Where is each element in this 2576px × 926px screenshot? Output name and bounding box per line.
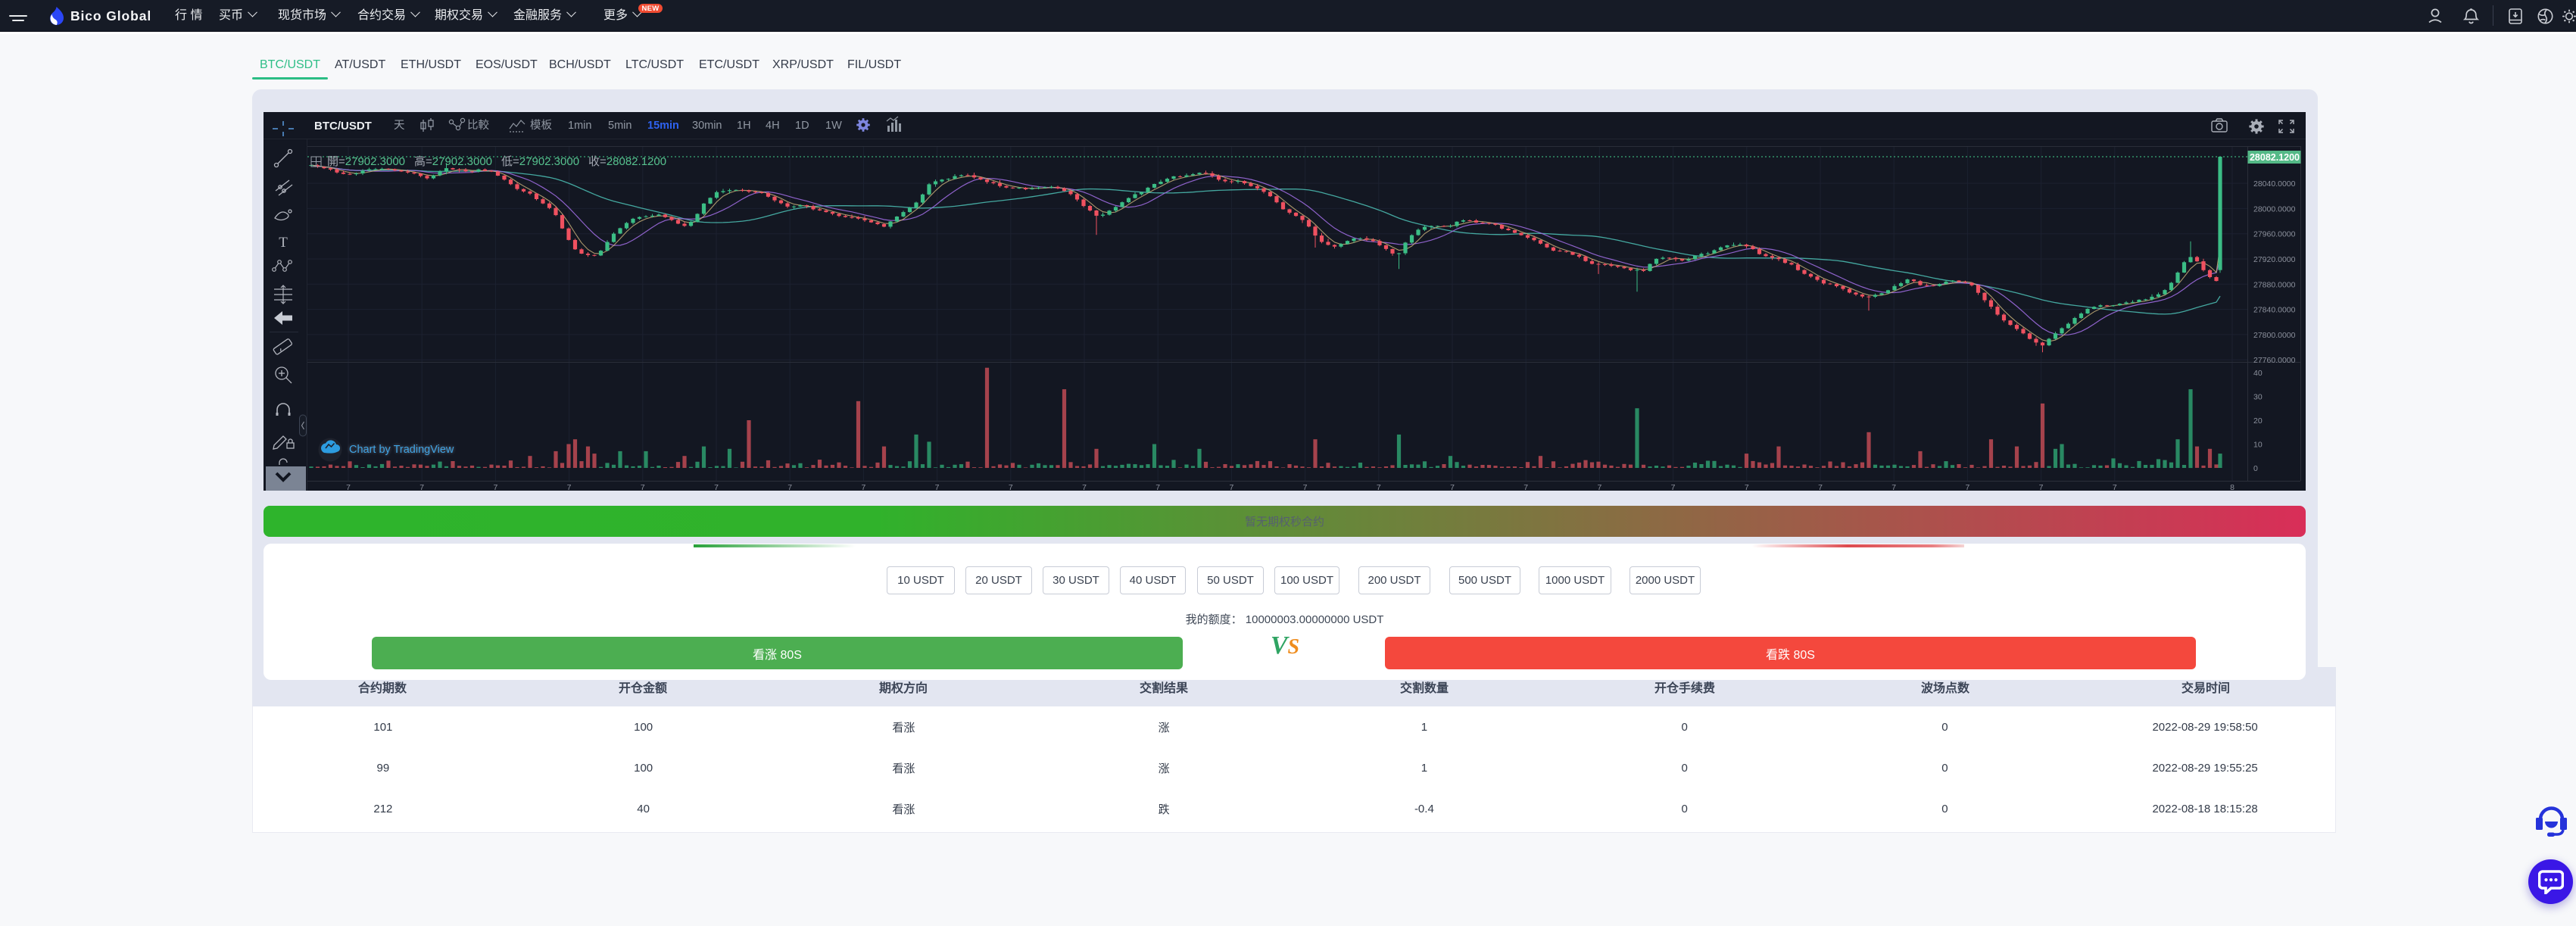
- svg-text:BTC/USDT: BTC/USDT: [314, 120, 372, 133]
- svg-text:T: T: [279, 235, 288, 251]
- svg-text:1min: 1min: [568, 120, 591, 132]
- svg-text:7: 7: [493, 483, 497, 491]
- svg-text:10: 10: [2253, 441, 2263, 450]
- svg-text:7: 7: [419, 483, 424, 491]
- svg-text:7: 7: [861, 483, 865, 491]
- svg-text:27880.0000: 27880.0000: [2253, 280, 2296, 289]
- svg-text:27800.0000: 27800.0000: [2253, 331, 2296, 340]
- svg-text:27920.0000: 27920.0000: [2253, 255, 2296, 264]
- svg-text:28000.0000: 28000.0000: [2253, 204, 2296, 214]
- svg-text:7: 7: [567, 483, 572, 491]
- svg-text:Chart by TradingView: Chart by TradingView: [349, 444, 454, 456]
- svg-text:28082.1200: 28082.1200: [2250, 152, 2300, 163]
- svg-text:7: 7: [1009, 483, 1013, 491]
- svg-text:7: 7: [1891, 483, 1896, 491]
- svg-text:模板: 模板: [530, 118, 552, 132]
- svg-text:7: 7: [1155, 483, 1160, 491]
- svg-text:1D: 1D: [795, 120, 809, 132]
- svg-text:27840.0000: 27840.0000: [2253, 306, 2296, 315]
- svg-text:5min: 5min: [608, 120, 632, 132]
- svg-text:7: 7: [1818, 483, 1823, 491]
- svg-text:27960.0000: 27960.0000: [2253, 230, 2296, 239]
- svg-text:1H: 1H: [737, 120, 751, 132]
- svg-text:7: 7: [787, 483, 792, 491]
- svg-text:30min: 30min: [692, 120, 722, 132]
- svg-text:7: 7: [714, 483, 719, 491]
- svg-text:7: 7: [1377, 483, 1381, 491]
- svg-text:7: 7: [1303, 483, 1308, 491]
- svg-text:7: 7: [1671, 483, 1676, 491]
- svg-text:8: 8: [2230, 483, 2235, 491]
- svg-text:7: 7: [641, 483, 645, 491]
- svg-text:7: 7: [1523, 483, 1528, 491]
- svg-text:7: 7: [1082, 483, 1087, 491]
- svg-text:7: 7: [1450, 483, 1455, 491]
- svg-text:1W: 1W: [825, 120, 842, 132]
- svg-text:4H: 4H: [766, 120, 780, 132]
- svg-text:20: 20: [2253, 416, 2263, 426]
- svg-text:7: 7: [2113, 483, 2117, 491]
- svg-text:27760.0000: 27760.0000: [2253, 356, 2296, 365]
- svg-text:40: 40: [2253, 369, 2263, 378]
- svg-text:28040.0000: 28040.0000: [2253, 179, 2296, 189]
- svg-text:7: 7: [1745, 483, 1749, 491]
- svg-text:7: 7: [346, 483, 351, 491]
- svg-text:0: 0: [2253, 464, 2258, 473]
- svg-text:15min: 15min: [647, 120, 679, 132]
- svg-text:7: 7: [1965, 483, 1969, 491]
- svg-text:7: 7: [2039, 483, 2044, 491]
- svg-text:天: 天: [394, 120, 405, 132]
- svg-text:7: 7: [1229, 483, 1233, 491]
- svg-text:比較: 比較: [467, 118, 489, 132]
- svg-text:30: 30: [2253, 393, 2263, 402]
- svg-text:7: 7: [935, 483, 940, 491]
- svg-text:7: 7: [1597, 483, 1601, 491]
